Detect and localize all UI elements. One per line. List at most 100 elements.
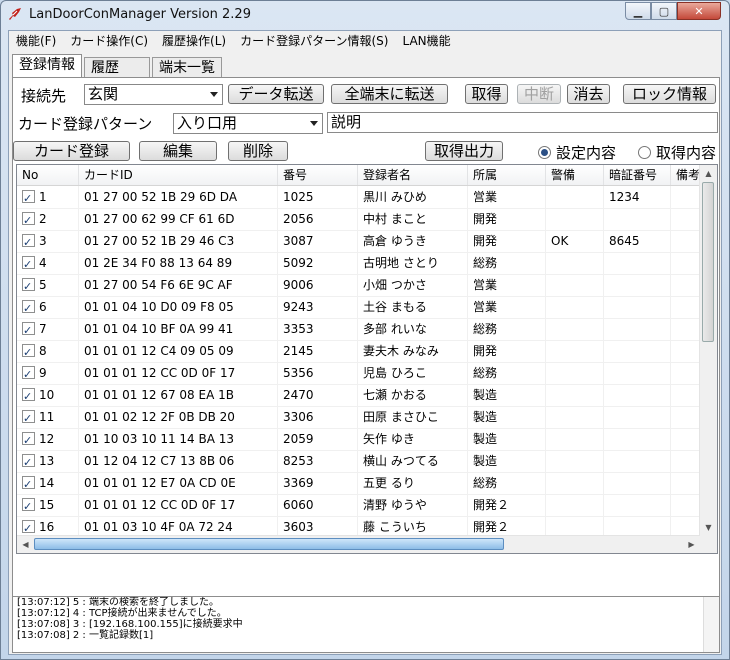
cell-card-id: 01 10 03 10 11 14 BA 13 bbox=[79, 428, 278, 450]
menu-function[interactable]: 機能(F) bbox=[9, 31, 63, 51]
erase-button[interactable]: 消去 bbox=[567, 84, 610, 104]
cell-security bbox=[546, 186, 604, 208]
table-row[interactable]: 10 01 01 01 12 67 08 EA 1B2470七瀬 かおる製造 bbox=[17, 384, 711, 407]
lock-info-button[interactable]: ロック情報 bbox=[623, 84, 716, 104]
maximize-button[interactable]: ▢ bbox=[651, 2, 677, 20]
cell-number: 5092 bbox=[278, 252, 358, 274]
row-checkbox[interactable] bbox=[22, 496, 35, 516]
minimize-button[interactable]: ▁ bbox=[625, 2, 651, 20]
row-checkbox[interactable] bbox=[22, 342, 35, 362]
col-pin[interactable]: 暗証番号 bbox=[604, 165, 671, 185]
table-row[interactable]: 6 01 01 04 10 D0 09 F8 059243土谷 まもる営業 bbox=[17, 296, 711, 319]
radio-settings[interactable]: 設定内容 bbox=[538, 142, 616, 163]
cell-card-id: 01 01 01 12 C4 09 05 09 bbox=[79, 340, 278, 362]
table-row[interactable]: 4 01 2E 34 F0 88 13 64 895092古明地 さとり総務 bbox=[17, 252, 711, 275]
pattern-select[interactable]: 入り口用 bbox=[173, 113, 323, 134]
cell-no: 11 bbox=[17, 406, 79, 428]
cell-number: 6060 bbox=[278, 494, 358, 516]
table-row[interactable]: 11 01 01 02 12 2F 0B DB 203306田原 まさひこ製造 bbox=[17, 406, 711, 429]
row-checkbox[interactable] bbox=[22, 188, 35, 208]
cell-card-id: 01 27 00 62 99 CF 61 6D bbox=[79, 208, 278, 230]
description-field[interactable]: 説明 bbox=[327, 112, 718, 133]
cell-no: 9 bbox=[17, 362, 79, 384]
edit-button[interactable]: 編集 bbox=[139, 141, 217, 161]
col-dept[interactable]: 所属 bbox=[468, 165, 546, 185]
tab-registration[interactable]: 登録情報 bbox=[12, 54, 82, 78]
cell-dept: 開発 bbox=[468, 230, 546, 252]
menu-lan[interactable]: LAN機能 bbox=[395, 31, 457, 51]
row-checkbox[interactable] bbox=[22, 232, 35, 252]
table-row[interactable]: 9 01 01 01 12 CC 0D 0F 175356児島 ひろこ総務 bbox=[17, 362, 711, 385]
table-row[interactable]: 12 01 10 03 10 11 14 BA 132059矢作 ゆき製造 bbox=[17, 428, 711, 451]
vertical-scrollbar[interactable]: ▲ ▼ bbox=[699, 165, 717, 553]
cell-number: 9243 bbox=[278, 296, 358, 318]
tab-history[interactable]: 履歴 bbox=[84, 57, 150, 78]
log-scrollbar[interactable] bbox=[703, 597, 719, 652]
scroll-left-icon[interactable]: ◀ bbox=[18, 537, 33, 552]
cell-number: 8253 bbox=[278, 450, 358, 472]
row-checkbox[interactable] bbox=[22, 210, 35, 230]
row-number: 11 bbox=[39, 410, 55, 424]
radio-acquired[interactable]: 取得内容 bbox=[638, 142, 716, 163]
table-row[interactable]: 15 01 01 01 12 CC 0D 0F 176060清野 ゆうや開発２ bbox=[17, 494, 711, 517]
delete-button[interactable]: 削除 bbox=[228, 141, 288, 161]
title-bar[interactable]: LanDoorConManager Version 2.29 ▁ ▢ ✕ bbox=[1, 1, 729, 29]
vertical-scroll-thumb[interactable] bbox=[702, 182, 714, 342]
row-checkbox[interactable] bbox=[22, 320, 35, 340]
col-no[interactable]: No bbox=[17, 165, 79, 185]
scroll-up-icon[interactable]: ▲ bbox=[701, 166, 716, 181]
table-row[interactable]: 8 01 01 01 12 C4 09 05 092145妻夫木 みなみ開発 bbox=[17, 340, 711, 363]
cell-dept: 営業 bbox=[468, 296, 546, 318]
cell-security bbox=[546, 274, 604, 296]
horizontal-scrollbar[interactable]: ◀ ▶ bbox=[17, 535, 700, 553]
table-row[interactable]: 7 01 01 04 10 BF 0A 99 413353多部 れいな総務 bbox=[17, 318, 711, 341]
table-row[interactable]: 5 01 27 00 54 F6 6E 9C AF9006小畑 つかさ営業 bbox=[17, 274, 711, 297]
row-checkbox[interactable] bbox=[22, 364, 35, 384]
cell-security: OK bbox=[546, 230, 604, 252]
cell-card-id: 01 01 01 12 67 08 EA 1B bbox=[79, 384, 278, 406]
menu-history-ops[interactable]: 履歴操作(L) bbox=[155, 31, 233, 51]
table-row[interactable]: 2 01 27 00 62 99 CF 61 6D2056中村 まこと開発 bbox=[17, 208, 711, 231]
table-row[interactable]: 14 01 01 01 12 E7 0A CD 0E3369五更 るり総務 bbox=[17, 472, 711, 495]
export-button[interactable]: 取得出力 bbox=[425, 141, 503, 161]
row-checkbox[interactable] bbox=[22, 452, 35, 472]
col-name[interactable]: 登録者名 bbox=[358, 165, 468, 185]
connect-select[interactable]: 玄関 bbox=[84, 84, 223, 105]
cell-no: 14 bbox=[17, 472, 79, 494]
menu-card-ops[interactable]: カード操作(C) bbox=[63, 31, 155, 51]
abort-button[interactable]: 中断 bbox=[517, 84, 561, 104]
row-checkbox[interactable] bbox=[22, 254, 35, 274]
table-row[interactable]: 3 01 27 00 52 1B 29 46 C33087高倉 ゆうき開発OK86… bbox=[17, 230, 711, 253]
data-transfer-button[interactable]: データ転送 bbox=[228, 84, 324, 104]
row-checkbox[interactable] bbox=[22, 298, 35, 318]
cell-security bbox=[546, 252, 604, 274]
col-security[interactable]: 警備 bbox=[546, 165, 604, 185]
horizontal-scroll-thumb[interactable] bbox=[34, 538, 504, 550]
row-checkbox[interactable] bbox=[22, 474, 35, 494]
scroll-right-icon[interactable]: ▶ bbox=[684, 537, 699, 552]
col-number[interactable]: 番号 bbox=[278, 165, 358, 185]
row-number: 8 bbox=[39, 344, 47, 358]
row-number: 5 bbox=[39, 278, 47, 292]
row-checkbox[interactable] bbox=[22, 518, 35, 538]
cell-security bbox=[546, 472, 604, 494]
row-checkbox[interactable] bbox=[22, 430, 35, 450]
scroll-down-icon[interactable]: ▼ bbox=[701, 520, 716, 535]
table-row[interactable]: 13 01 12 04 12 C7 13 8B 068253横山 みつてる製造 bbox=[17, 450, 711, 473]
table-row[interactable]: 1 01 27 00 52 1B 29 6D DA1025黒川 みひめ営業 1234 bbox=[17, 186, 711, 209]
cell-card-id: 01 01 01 12 CC 0D 0F 17 bbox=[79, 362, 278, 384]
cell-pin bbox=[604, 384, 671, 406]
tab-terminals[interactable]: 端末一覧 bbox=[152, 57, 222, 78]
cell-card-id: 01 01 01 12 CC 0D 0F 17 bbox=[79, 494, 278, 516]
close-button[interactable]: ✕ bbox=[677, 2, 721, 20]
row-checkbox[interactable] bbox=[22, 408, 35, 428]
col-card-id[interactable]: カードID bbox=[79, 165, 278, 185]
menu-card-pattern[interactable]: カード登録パターン情報(S) bbox=[233, 31, 395, 51]
transfer-all-button[interactable]: 全端末に転送 bbox=[331, 84, 448, 104]
get-button[interactable]: 取得 bbox=[465, 84, 508, 104]
row-checkbox[interactable] bbox=[22, 386, 35, 406]
register-card-button[interactable]: カード登録 bbox=[13, 141, 130, 161]
cell-security bbox=[546, 340, 604, 362]
cell-dept: 開発２ bbox=[468, 494, 546, 516]
row-checkbox[interactable] bbox=[22, 276, 35, 296]
